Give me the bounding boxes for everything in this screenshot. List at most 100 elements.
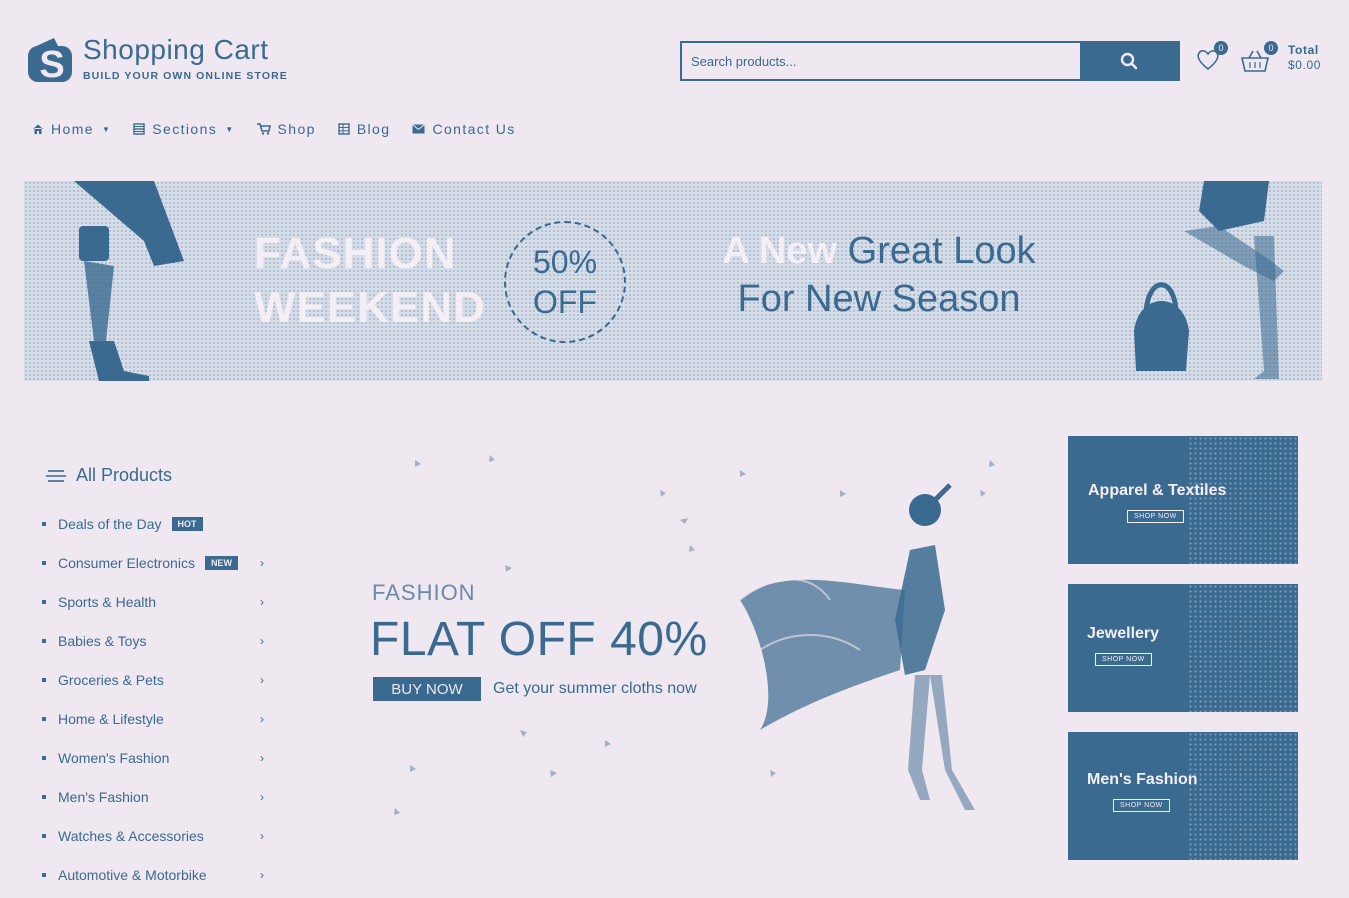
search-icon — [1120, 52, 1138, 70]
category-label: Consumer Electronics — [58, 554, 195, 571]
shop-now-button[interactable]: SHOP NOW — [1127, 510, 1184, 523]
chevron-right-icon: › — [260, 555, 264, 570]
chevron-right-icon: › — [260, 750, 264, 765]
category-label: Sports & Health — [58, 593, 157, 610]
promo-title: Jewellery — [1087, 625, 1160, 642]
nav-item-home[interactable]: Home ▼ — [32, 121, 111, 137]
category-label: Men's Fashion — [58, 788, 149, 805]
shop-now-button[interactable]: SHOP NOW — [1113, 799, 1170, 812]
bullet-icon — [42, 599, 46, 604]
chevron-right-icon: › — [260, 867, 264, 882]
banner-fashion-text: FASHION WEEKEND — [254, 227, 486, 335]
chevron-right-icon: › — [260, 828, 264, 843]
category-label: Automotive & Motorbike — [58, 866, 207, 883]
badge-off: OFF — [533, 284, 597, 320]
buy-now-button[interactable]: BUY NOW — [373, 677, 481, 701]
nav-label-shop: Shop — [277, 121, 316, 137]
promo-apparel[interactable]: Apparel & Textiles SHOP NOW — [1068, 436, 1298, 564]
category-label: Women's Fashion — [58, 749, 170, 766]
table-icon — [338, 123, 350, 135]
home-icon — [33, 124, 43, 134]
category-item[interactable]: Consumer Electronics NEW › — [42, 543, 272, 582]
category-item[interactable]: Groceries & Pets › — [42, 660, 272, 699]
cart-total-label[interactable]: Total — [1288, 43, 1319, 57]
banner-tagline: A New Great Look For New Season — [714, 227, 1044, 323]
chevron-right-icon: › — [260, 594, 264, 609]
category-item[interactable]: Women's Fashion › — [42, 738, 272, 777]
category-item[interactable]: Deals of the Day HOT — [42, 504, 272, 543]
category-item[interactable]: Men's Fashion › — [42, 777, 272, 816]
mens-fashion-image — [1188, 732, 1298, 860]
promo-title: Apparel & Textiles — [1088, 482, 1227, 499]
nav-item-sections[interactable]: Sections ▼ — [133, 121, 234, 137]
nav-item-contact[interactable]: Contact Us — [412, 121, 515, 137]
category-item[interactable]: Sports & Health › — [42, 582, 272, 621]
banner-line1: FASHION — [254, 229, 457, 278]
hero-kicker: FASHION — [372, 580, 476, 605]
bullet-icon — [42, 716, 46, 721]
logo-title[interactable]: Shopping Cart — [83, 34, 269, 66]
discount-badge: 50% OFF — [504, 221, 626, 343]
badge-percent: 50% — [532, 244, 598, 280]
main-nav: Home ▼ Sections ▼ Shop Blog Contact Us — [32, 121, 538, 137]
all-products-title: All Products — [76, 465, 173, 485]
menu-icon — [46, 469, 66, 482]
all-products-heading[interactable]: All Products — [46, 465, 172, 486]
fashion-model-image — [739, 483, 975, 810]
nav-item-shop[interactable]: Shop — [256, 121, 316, 137]
promo-banner[interactable]: FASHION WEEKEND 50% OFF A New Great Look… — [24, 181, 1322, 381]
promo-jewellery[interactable]: Jewellery SHOP NOW — [1068, 584, 1298, 712]
category-label: Groceries & Pets — [58, 671, 164, 688]
promo-mens-fashion[interactable]: Men's Fashion SHOP NOW — [1068, 732, 1298, 860]
category-label: Watches & Accessories — [58, 827, 204, 844]
category-item[interactable]: Babies & Toys › — [42, 621, 272, 660]
search-button[interactable] — [1080, 43, 1178, 79]
bullet-icon — [42, 521, 46, 526]
apparel-image — [1188, 436, 1298, 564]
search-bar — [680, 41, 1180, 81]
search-input[interactable] — [682, 43, 1080, 79]
category-label: Babies & Toys — [58, 632, 147, 649]
envelope-icon — [412, 124, 426, 134]
grid-icon — [133, 123, 145, 135]
category-label: Deals of the Day — [58, 515, 162, 532]
bullet-icon — [42, 638, 46, 643]
nav-label-home: Home — [51, 121, 94, 137]
logo-icon[interactable]: S — [24, 30, 80, 86]
bullet-icon — [42, 755, 46, 760]
jewellery-image — [1188, 584, 1298, 712]
svg-text:S: S — [39, 44, 64, 86]
chevron-right-icon: › — [260, 711, 264, 726]
banner-line2: WEEKEND — [254, 283, 486, 332]
nav-label-sections: Sections — [152, 121, 218, 137]
bullet-icon — [42, 677, 46, 682]
chevron-right-icon: › — [260, 789, 264, 804]
bullet-icon — [42, 872, 46, 877]
nav-item-blog[interactable]: Blog — [338, 121, 391, 137]
bullet-icon — [42, 833, 46, 838]
fashion-model-right-image — [1134, 181, 1284, 379]
nav-label-contact: Contact Us — [432, 121, 516, 137]
category-item[interactable]: Home & Lifestyle › — [42, 699, 272, 738]
cart-count-badge: 0 — [1264, 41, 1278, 55]
hot-badge: HOT — [171, 516, 203, 531]
bullet-icon — [42, 560, 46, 565]
hero-headline: FLAT OFF 40% — [370, 613, 708, 666]
bullet-icon — [42, 794, 46, 799]
shop-now-button[interactable]: SHOP NOW — [1095, 653, 1152, 666]
wishlist-count-badge: 0 — [1214, 41, 1228, 55]
cart-total-value[interactable]: $0.00 — [1288, 58, 1321, 72]
cart-icon — [256, 123, 271, 135]
promo-title: Men's Fashion — [1087, 771, 1198, 788]
fashion-model-left-image — [74, 181, 184, 381]
hero-subtext: Get your summer cloths now — [493, 680, 697, 697]
category-list: Deals of the Day HOT Consumer Electronics… — [42, 504, 272, 894]
tag-word1: A New — [722, 230, 838, 272]
nav-label-blog: Blog — [356, 121, 391, 137]
category-item[interactable]: Watches & Accessories › — [42, 816, 272, 855]
chevron-right-icon: › — [260, 633, 264, 648]
tag-line2: For New Season — [737, 278, 1021, 320]
new-badge: NEW — [204, 555, 238, 570]
category-item[interactable]: Automotive & Motorbike › — [42, 855, 272, 894]
logo-subtitle: BUILD YOUR OWN ONLINE STORE — [83, 70, 288, 82]
